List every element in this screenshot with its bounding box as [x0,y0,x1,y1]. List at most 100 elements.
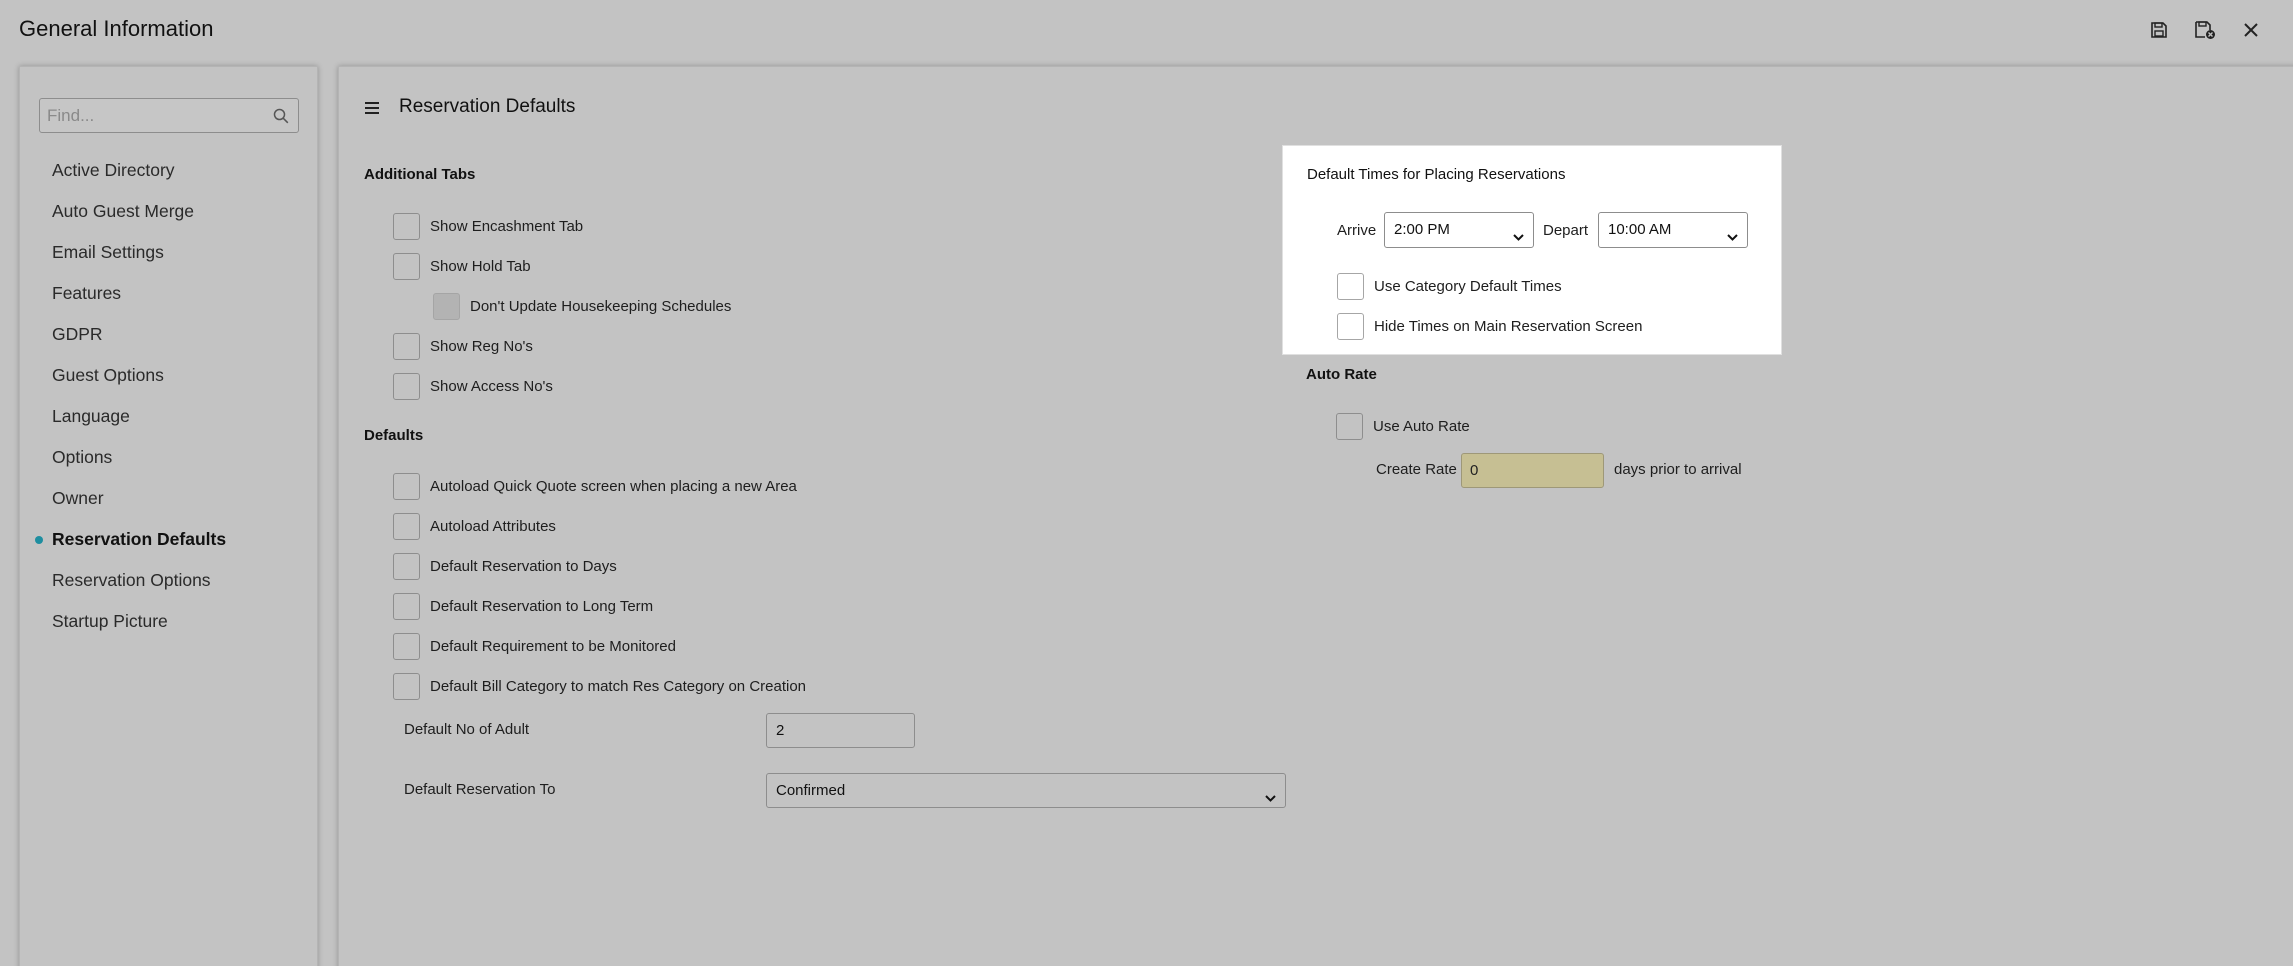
sidebar-item-reservation-defaults[interactable]: Reservation Defaults [20,519,317,560]
use-category-times-label: Use Category Default Times [1374,277,1562,295]
sidebar-item-email-settings[interactable]: Email Settings [20,232,317,273]
show-reg-nos-checkbox[interactable] [393,332,420,360]
show-hold-label: Show Hold Tab [430,257,531,275]
chevron-down-icon [1512,223,1525,241]
reservation-to-value: Confirmed [776,782,846,799]
sidebar-item-label: Language [52,406,130,426]
default-requirement-monitored-row: Default Requirement to be Monitored [393,632,676,660]
autoload-quick-quote-row: Autoload Quick Quote screen when placing… [393,472,797,500]
sidebar-item-options[interactable]: Options [20,437,317,478]
sidebar-item-label: Startup Picture [52,611,168,631]
no-of-adult-label: Default No of Adult [404,721,530,738]
show-access-nos-checkbox[interactable] [393,372,420,400]
page-title: General Information [19,16,214,41]
search-icon[interactable] [272,107,290,125]
close-icon[interactable] [2239,18,2263,42]
sidebar-item-label: Email Settings [52,242,164,262]
sidebar-item-label: Auto Guest Merge [52,201,195,221]
section-heading: Reservation Defaults [399,96,576,117]
sidebar-item-label: Owner [52,488,104,508]
sidebar-item-guest-options[interactable]: Guest Options [20,355,317,396]
arrive-time-select[interactable]: 2:00 PM [1384,212,1534,248]
show-encashment-checkbox[interactable] [393,212,420,240]
no-of-adult-input[interactable]: 2 [766,713,915,748]
autoload-quick-quote-label: Autoload Quick Quote screen when placing… [430,477,797,495]
sidebar-item-language[interactable]: Language [20,396,317,437]
show-hold-row: Show Hold Tab [393,252,531,280]
sidebar-item-label: Features [52,283,122,303]
reservation-to-select[interactable]: Confirmed [766,773,1286,808]
window-actions [2147,18,2263,42]
show-encashment-label: Show Encashment Tab [430,217,584,235]
autoload-quick-quote-checkbox[interactable] [393,472,420,500]
use-auto-rate-checkbox[interactable] [1336,412,1363,440]
default-times-heading: Default Times for Placing Reservations [1307,166,1566,183]
sidebar-item-auto-guest-merge[interactable]: Auto Guest Merge [20,191,317,232]
arrive-time-value: 2:00 PM [1394,221,1450,238]
show-access-nos-row: Show Access No's [393,372,553,400]
use-category-times-checkbox[interactable] [1337,272,1364,300]
search-box[interactable] [39,98,299,133]
auto-rate-heading: Auto Rate [1306,366,1377,383]
sidebar-item-features[interactable]: Features [20,273,317,314]
show-encashment-row: Show Encashment Tab [393,212,583,240]
menu-icon[interactable] [363,99,381,117]
additional-tabs-heading: Additional Tabs [364,166,476,183]
default-res-long-term-checkbox[interactable] [393,592,420,620]
sidebar-item-startup-picture[interactable]: Startup Picture [20,601,317,642]
use-category-times-row: Use Category Default Times [1337,272,1562,300]
hide-times-label: Hide Times on Main Reservation Screen [1374,317,1643,335]
default-res-days-checkbox[interactable] [393,552,420,580]
dont-update-housekeeping-label: Don't Update Housekeeping Schedules [470,297,732,315]
depart-time-value: 10:00 AM [1608,221,1672,238]
hide-times-row: Hide Times on Main Reservation Screen [1337,312,1642,340]
show-access-nos-label: Show Access No's [430,377,553,395]
main-panel: Reservation Defaults Additional Tabs Sho… [338,66,2293,966]
sidebar-item-label: Active Directory [52,160,175,180]
default-bill-category-row: Default Bill Category to match Res Categ… [393,672,806,700]
depart-label: Depart [1543,222,1589,239]
save-close-icon[interactable] [2193,18,2217,42]
sidebar-item-owner[interactable]: Owner [20,478,317,519]
dont-update-housekeeping-row: Don't Update Housekeeping Schedules [433,292,731,320]
default-requirement-monitored-label: Default Requirement to be Monitored [430,637,676,655]
autoload-attributes-label: Autoload Attributes [430,517,556,535]
default-bill-category-checkbox[interactable] [393,672,420,700]
show-reg-nos-label: Show Reg No's [430,337,533,355]
sidebar-item-gdpr[interactable]: GDPR [20,314,317,355]
sidebar-item-label: Reservation Options [52,570,211,590]
search-input[interactable] [40,99,298,132]
autoload-attributes-checkbox[interactable] [393,512,420,540]
chevron-down-icon [1264,784,1277,802]
default-requirement-monitored-checkbox[interactable] [393,632,420,660]
sidebar: Active Directory Auto Guest Merge Email … [19,66,318,966]
sidebar-item-label: Options [52,447,113,467]
show-hold-checkbox[interactable] [393,252,420,280]
sidebar-item-label: Guest Options [52,365,164,385]
reservation-to-label: Default Reservation To [404,781,556,798]
create-rate-label: Create Rate [1376,461,1457,478]
sidebar-item-active-directory[interactable]: Active Directory [20,150,317,191]
days-prior-label: days prior to arrival [1614,461,1742,478]
default-res-long-term-row: Default Reservation to Long Term [393,592,653,620]
default-times-panel: Default Times for Placing Reservations A… [1282,145,1782,355]
depart-time-select[interactable]: 10:00 AM [1598,212,1748,248]
active-indicator-dot [35,536,43,544]
show-reg-nos-row: Show Reg No's [393,332,533,360]
hide-times-checkbox[interactable] [1337,312,1364,340]
save-icon[interactable] [2147,18,2171,42]
default-res-days-label: Default Reservation to Days [430,557,617,575]
default-res-long-term-label: Default Reservation to Long Term [430,597,654,615]
sidebar-item-label: GDPR [52,324,103,344]
default-bill-category-label: Default Bill Category to match Res Categ… [430,677,807,695]
defaults-heading: Defaults [364,427,424,444]
sidebar-item-reservation-options[interactable]: Reservation Options [20,560,317,601]
create-rate-input[interactable]: 0 [1461,453,1604,488]
use-auto-rate-row: Use Auto Rate [1336,412,1470,440]
autoload-attributes-row: Autoload Attributes [393,512,556,540]
use-auto-rate-label: Use Auto Rate [1373,417,1470,435]
sidebar-item-label: Reservation Defaults [52,529,227,549]
sidebar-nav: Active Directory Auto Guest Merge Email … [20,150,317,642]
dont-update-housekeeping-checkbox [433,292,460,320]
chevron-down-icon [1726,223,1739,241]
